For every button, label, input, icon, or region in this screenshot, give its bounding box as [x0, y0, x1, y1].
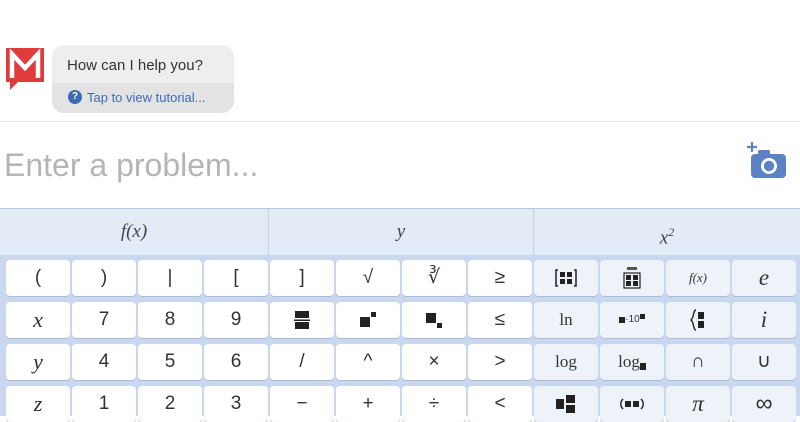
key-3[interactable]: 3 [204, 386, 268, 422]
key-9[interactable]: 9 [204, 302, 268, 338]
help-circle-icon: ? [68, 90, 82, 104]
key-absolute-value[interactable]: | [138, 260, 202, 296]
key-greater-than[interactable]: > [468, 344, 532, 380]
key-greater-equal[interactable]: ≥ [468, 260, 532, 296]
log-base-block-icon [639, 363, 646, 371]
key-nth-root[interactable]: ∛ [402, 260, 466, 296]
key-y[interactable]: y [6, 344, 70, 380]
key-5[interactable]: 5 [138, 344, 202, 380]
bot-message-text: How can I help you? [67, 57, 203, 74]
key-function[interactable]: f(x) [666, 260, 730, 296]
key-union[interactable]: ∪ [732, 344, 796, 380]
key-interval[interactable] [600, 386, 664, 422]
tab-powers[interactable]: x2 [534, 209, 800, 255]
key-1[interactable]: 1 [72, 386, 136, 422]
key-times10-label: ·10 [625, 314, 640, 325]
key-subscript[interactable] [402, 302, 466, 338]
key-4[interactable]: 4 [72, 344, 136, 380]
camera-add-icon[interactable] [744, 140, 788, 180]
key-square-root[interactable]: √ [336, 260, 400, 296]
key-open-paren[interactable]: ( [6, 260, 70, 296]
mathway-logo-icon [6, 48, 44, 90]
chat-area: How can I help you? ? Tap to view tutori… [0, 0, 800, 122]
key-pi[interactable]: π [666, 386, 730, 422]
key-matrix[interactable] [534, 260, 598, 296]
key-log[interactable]: log [534, 344, 598, 380]
key-mixed-fraction[interactable] [534, 386, 598, 422]
key-divide[interactable]: ÷ [402, 386, 466, 422]
tutorial-link[interactable]: ? Tap to view tutorial... [52, 83, 234, 113]
tab-powers-label: x [659, 227, 669, 249]
key-fraction[interactable] [270, 302, 334, 338]
key-exponent[interactable] [336, 302, 400, 338]
key-less-equal[interactable]: ≤ [468, 302, 532, 338]
key-log-base-label: log [618, 352, 640, 371]
key-open-bracket[interactable]: [ [204, 260, 268, 296]
key-ln[interactable]: ln [534, 302, 598, 338]
exponent-icon [360, 311, 376, 327]
key-determinant[interactable] [600, 260, 664, 296]
bot-message-bubble: How can I help you? ? Tap to view tutori… [52, 45, 234, 113]
key-minus[interactable]: − [270, 386, 334, 422]
key-piecewise[interactable] [666, 302, 730, 338]
key-scientific-notation[interactable]: ·10 [600, 302, 664, 338]
determinant-icon [623, 266, 641, 289]
key-close-bracket[interactable]: ] [270, 260, 334, 296]
math-keyboard: f(x) y x2 ( ) | [ ] √ ∛ ≥ f(x) e x 7 8 9… [0, 208, 800, 422]
key-infinity[interactable]: ∞ [732, 386, 796, 422]
key-2[interactable]: 2 [138, 386, 202, 422]
key-6[interactable]: 6 [204, 344, 268, 380]
key-log-base[interactable]: log [600, 344, 664, 380]
problem-input-area [0, 122, 800, 208]
key-x[interactable]: x [6, 302, 70, 338]
keyboard-tabs: f(x) y x2 [0, 208, 800, 255]
tab-functions-label: f(x) [120, 221, 148, 242]
tab-powers-sup: 2 [668, 225, 675, 239]
key-z[interactable]: z [6, 386, 70, 422]
key-7[interactable]: 7 [72, 302, 136, 338]
tab-variables-label: y [396, 221, 406, 242]
key-plus[interactable]: + [336, 386, 400, 422]
tutorial-link-text: Tap to view tutorial... [87, 90, 206, 105]
key-multiply[interactable]: × [402, 344, 466, 380]
key-e[interactable]: e [732, 260, 796, 296]
tab-functions[interactable]: f(x) [0, 209, 269, 255]
key-slash[interactable]: / [270, 344, 334, 380]
mixed-fraction-icon [556, 394, 575, 413]
interval-icon [620, 398, 644, 410]
key-intersection[interactable]: ∩ [666, 344, 730, 380]
tab-variables[interactable]: y [269, 209, 534, 255]
key-less-than[interactable]: < [468, 386, 532, 422]
key-8[interactable]: 8 [138, 302, 202, 338]
matrix-icon [555, 269, 577, 287]
fraction-icon [294, 310, 310, 329]
key-i[interactable]: i [732, 302, 796, 338]
subscript-icon [426, 312, 442, 328]
problem-input[interactable] [4, 140, 704, 190]
key-caret[interactable]: ^ [336, 344, 400, 380]
key-close-paren[interactable]: ) [72, 260, 136, 296]
piecewise-icon [690, 309, 704, 331]
scientific-exponent-icon [639, 314, 645, 319]
